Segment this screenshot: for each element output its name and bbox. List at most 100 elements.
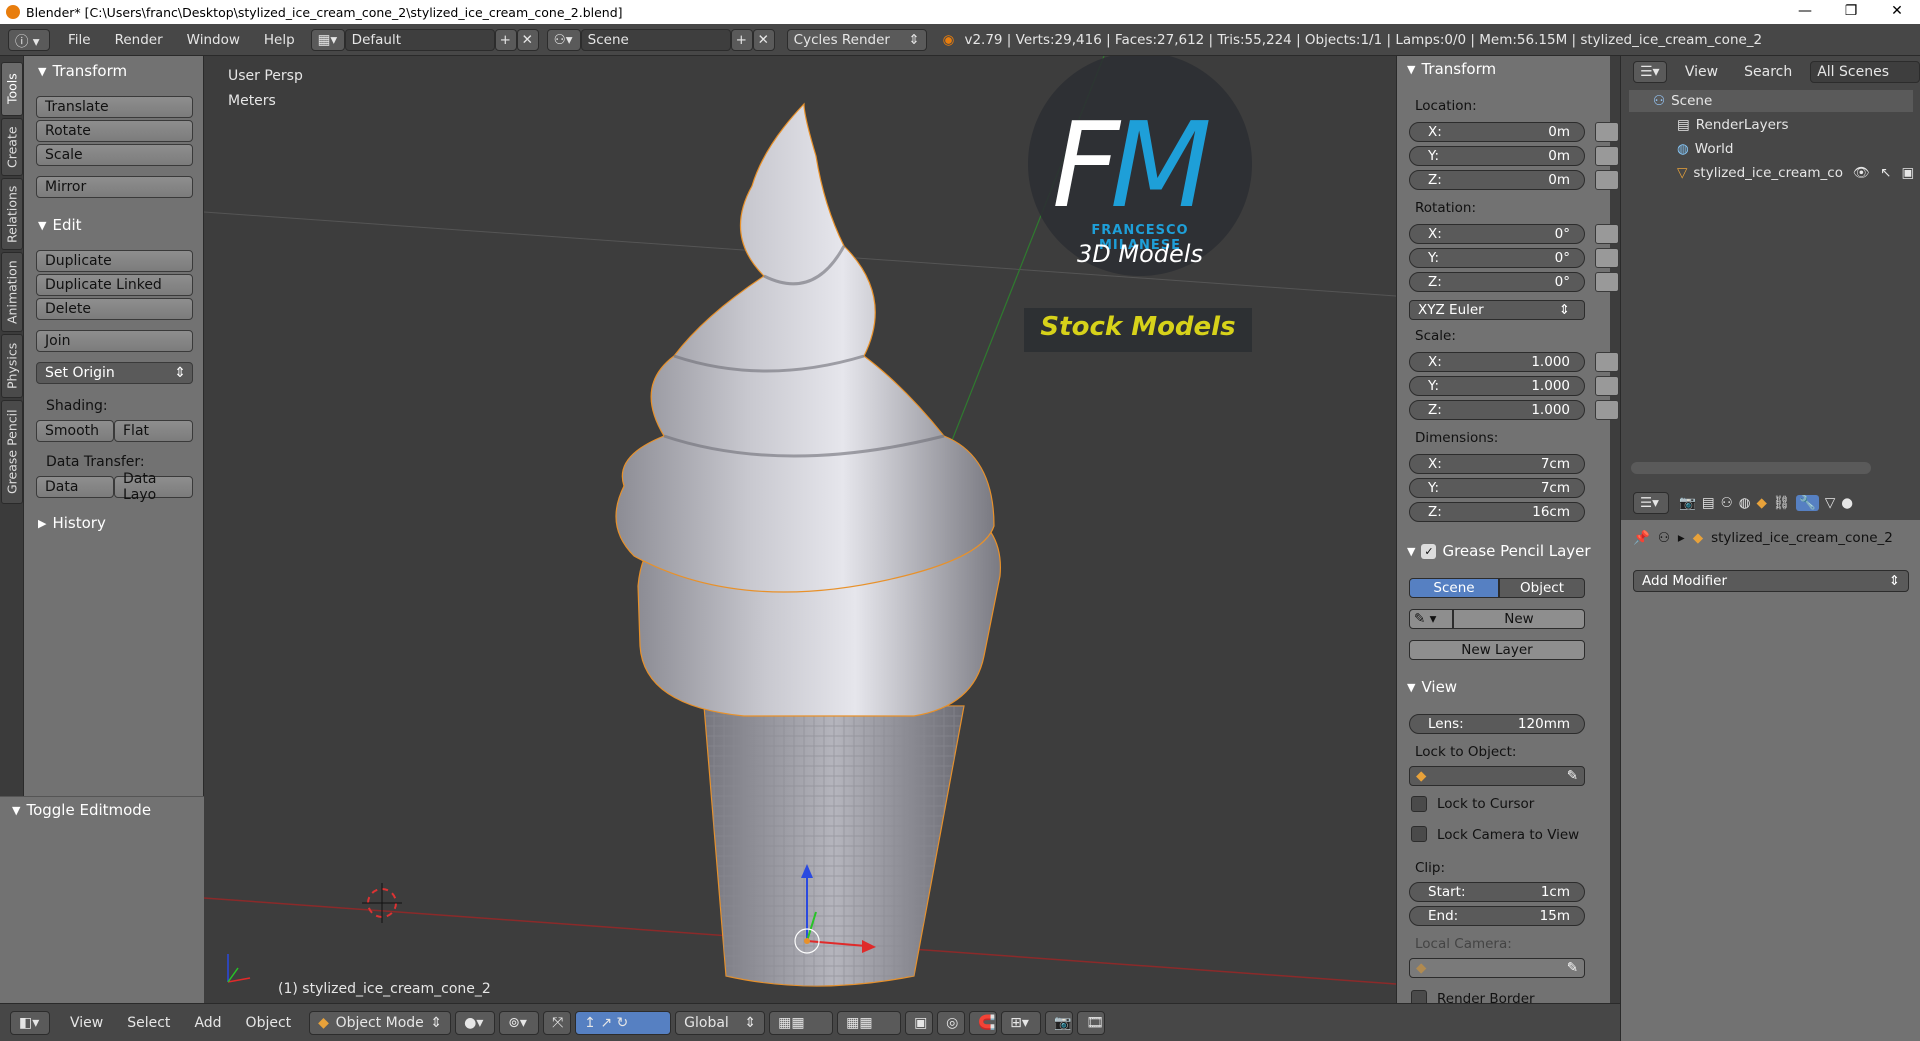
tab-animation[interactable]: Animation xyxy=(1,252,23,332)
rotate-button[interactable]: Rotate xyxy=(36,120,193,142)
lock-icon[interactable] xyxy=(1595,272,1619,292)
3d-cursor-icon[interactable] xyxy=(362,883,402,923)
translate-button[interactable]: Translate xyxy=(36,96,193,118)
layout-add-icon[interactable]: + xyxy=(494,28,517,51)
lock-icon[interactable] xyxy=(1595,122,1619,142)
lock-icon[interactable] xyxy=(1595,248,1619,268)
transform-orientation-dropdown[interactable]: Global ⇕ xyxy=(675,1010,766,1035)
clip-end-field[interactable]: End: 15m xyxy=(1409,906,1585,926)
dimension-z-field[interactable]: Z: 16cm xyxy=(1409,502,1585,522)
render-tab-icon[interactable]: 📷 xyxy=(1679,495,1696,511)
constraints-tab-icon[interactable]: ⛓ xyxy=(1773,495,1790,511)
gp-new-button[interactable]: New xyxy=(1453,609,1585,629)
tab-grease-pencil[interactable]: Grease Pencil xyxy=(1,400,23,504)
lock-icon[interactable] xyxy=(1595,400,1619,420)
modifiers-tab-icon[interactable]: 🔧 xyxy=(1796,495,1819,511)
menu-view[interactable]: View xyxy=(70,1015,103,1031)
panel-transform-header[interactable]: ▼ Transform xyxy=(1407,60,1496,78)
properties-editor-type-icon[interactable]: ☰▾ xyxy=(1633,492,1669,514)
location-z-field[interactable]: Z: 0m xyxy=(1409,170,1585,190)
gp-object-toggle[interactable]: Object xyxy=(1499,578,1585,598)
rotation-mode-dropdown[interactable]: XYZ Euler ⇕ xyxy=(1409,300,1585,320)
scene-tab-icon[interactable]: ⚇ xyxy=(1721,495,1733,511)
panel-history-header[interactable]: ▶ History xyxy=(24,510,106,536)
menu-file[interactable]: File xyxy=(56,32,103,48)
data-tab-icon[interactable]: ▽ xyxy=(1825,495,1835,511)
layout-name-field[interactable]: Default xyxy=(344,28,495,51)
3dview-editor-type-icon[interactable]: ◧▾ xyxy=(10,1010,50,1035)
dimension-y-field[interactable]: Y: 7cm xyxy=(1409,478,1585,498)
scene-browse-icon[interactable]: ⚇▾ xyxy=(546,28,581,51)
minimize-icon[interactable]: — xyxy=(1782,0,1828,24)
smooth-shading-button[interactable]: Smooth xyxy=(36,420,114,442)
gp-new-layer-button[interactable]: New Layer xyxy=(1409,640,1585,660)
visibility-eye-icon[interactable]: 👁 xyxy=(1853,165,1870,181)
render-layers-tab-icon[interactable]: ▤ xyxy=(1702,495,1715,511)
clip-start-field[interactable]: Start: 1cm xyxy=(1409,882,1585,902)
outliner-row-renderlayers[interactable]: ▤ RenderLayers xyxy=(1629,114,1789,136)
lock-icon[interactable] xyxy=(1595,224,1619,244)
lock-icon[interactable] xyxy=(1595,146,1619,166)
lock-icon[interactable] xyxy=(1595,170,1619,190)
tab-create[interactable]: Create xyxy=(1,118,23,176)
add-modifier-dropdown[interactable]: Add Modifier ⇕ xyxy=(1633,570,1909,592)
rotation-y-field[interactable]: Y: 0° xyxy=(1409,248,1585,268)
object-tab-icon[interactable]: ◆ xyxy=(1756,495,1766,511)
opengl-animation-icon[interactable]: 🎞 xyxy=(1077,1010,1106,1035)
snap-toggle-icon[interactable]: 🧲 xyxy=(969,1010,998,1035)
dimension-x-field[interactable]: X: 7cm xyxy=(1409,454,1585,474)
local-camera-picker[interactable]: ◆ ✎ xyxy=(1409,958,1585,978)
lock-object-picker[interactable]: ◆ ✎ xyxy=(1409,766,1585,786)
selectable-cursor-icon[interactable]: ↖ xyxy=(1880,165,1891,181)
layout-browse-icon[interactable]: ▦▾ xyxy=(310,28,345,51)
rotation-z-field[interactable]: Z: 0° xyxy=(1409,272,1585,292)
menu-window[interactable]: Window xyxy=(175,32,252,48)
panel-edit-header[interactable]: ▼ Edit xyxy=(24,212,82,238)
outliner-row-world[interactable]: ◍ World xyxy=(1629,138,1733,160)
eyedropper-icon[interactable]: ✎ xyxy=(1567,768,1578,784)
duplicate-linked-button[interactable]: Duplicate Linked xyxy=(36,274,193,296)
ice-cream-model[interactable] xyxy=(615,102,1001,987)
manipulator-toggle-icon[interactable]: ⤧ xyxy=(543,1010,572,1035)
menu-object[interactable]: Object xyxy=(246,1015,292,1031)
scale-button[interactable]: Scale xyxy=(36,144,193,166)
world-tab-icon[interactable]: ◍ xyxy=(1739,495,1751,511)
set-origin-dropdown[interactable]: Set Origin ⇕ xyxy=(36,362,193,384)
outliner-menu-view[interactable]: View xyxy=(1685,64,1718,80)
transform-manipulator-icons[interactable]: ↥ ↗ ↻ xyxy=(575,1010,672,1035)
gp-pencil-icon[interactable]: ✎ ▾ xyxy=(1409,609,1453,629)
lock-icon[interactable] xyxy=(1595,352,1619,372)
opengl-render-icon[interactable]: 📷 xyxy=(1045,1010,1074,1035)
duplicate-button[interactable]: Duplicate xyxy=(36,250,193,272)
location-x-field[interactable]: X: 0m xyxy=(1409,122,1585,142)
panel-transform-header[interactable]: ▼ Transform xyxy=(24,58,127,84)
location-y-field[interactable]: Y: 0m xyxy=(1409,146,1585,166)
lock-layers-icon[interactable]: ▣ xyxy=(905,1010,934,1035)
panel-view-header[interactable]: ▼ View xyxy=(1407,678,1457,696)
panel-grease-pencil-layer-header[interactable]: ▼ ✓ Grease Pencil Layer xyxy=(1407,542,1591,560)
layout-remove-icon[interactable]: ✕ xyxy=(516,28,539,51)
lock-camera-checkbox[interactable] xyxy=(1411,826,1427,842)
delete-button[interactable]: Delete xyxy=(36,298,193,320)
menu-add[interactable]: Add xyxy=(194,1015,221,1031)
join-button[interactable]: Join xyxy=(36,330,193,352)
rotation-x-field[interactable]: X: 0° xyxy=(1409,224,1585,244)
lock-to-cursor-checkbox[interactable] xyxy=(1411,796,1427,812)
scene-remove-icon[interactable]: ✕ xyxy=(752,28,775,51)
proportional-editing-icon[interactable]: ◎ xyxy=(937,1010,966,1035)
pin-icon[interactable]: 📌 xyxy=(1633,530,1650,546)
menu-render[interactable]: Render xyxy=(103,32,175,48)
snap-element-icon[interactable]: ⊞▾ xyxy=(1001,1010,1042,1035)
scene-name-field[interactable]: Scene xyxy=(580,28,731,51)
flat-shading-button[interactable]: Flat xyxy=(114,420,193,442)
outliner-editor-type-icon[interactable]: ☰▾ xyxy=(1633,61,1667,83)
close-icon[interactable]: ✕ xyxy=(1874,0,1920,24)
editor-type-info-icon[interactable]: ⓘ ▾ xyxy=(8,28,50,51)
data-layout-button[interactable]: Data Layo xyxy=(114,471,193,503)
gp-scene-toggle[interactable]: Scene xyxy=(1409,578,1499,598)
scale-y-field[interactable]: Y: 1.000 xyxy=(1409,376,1585,396)
outliner-scrollbar[interactable] xyxy=(1631,462,1871,474)
tab-relations[interactable]: Relations xyxy=(1,178,23,250)
data-transfer-button[interactable]: Data xyxy=(36,476,114,498)
outliner-row-scene[interactable]: ⚇ Scene xyxy=(1629,90,1913,112)
